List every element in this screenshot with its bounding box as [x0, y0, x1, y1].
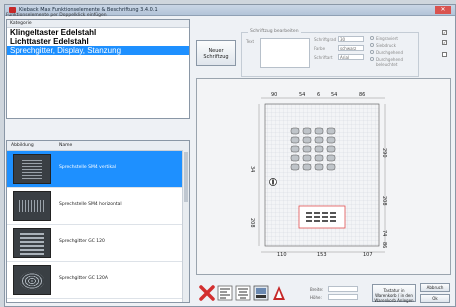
dim-bottom-3: 107 [363, 252, 373, 258]
product-name: Sprechgitter GC 120A [59, 276, 108, 281]
category-item-sprechgitter[interactable]: Sprechgitter, Display, Stanzung [7, 46, 189, 55]
font-size-label: Schriftgrad [314, 37, 337, 42]
export-image-icon[interactable] [252, 284, 270, 302]
color-select[interactable]: schwarz [338, 45, 364, 51]
product-thumbnail [13, 228, 51, 258]
align-center-icon[interactable] [234, 284, 252, 302]
option-checkbox-3[interactable] [442, 52, 447, 57]
new-text-button-line2: Schriftzug [203, 54, 229, 60]
lock-icon [269, 178, 277, 186]
list-item[interactable]: Sprechstelle SM4 vertikal [7, 151, 189, 188]
radio-screenprint[interactable] [370, 43, 374, 47]
scrollbar-thumb[interactable] [184, 152, 188, 202]
radio-engraved[interactable] [370, 36, 374, 40]
dim-right-2: 208 [381, 196, 387, 206]
dim-left-1: 208 [249, 218, 255, 228]
column-header-name: Name [59, 143, 73, 148]
radio-cutout[interactable] [370, 50, 374, 54]
pdf-icon[interactable] [270, 284, 288, 302]
product-thumbnail [13, 191, 51, 221]
new-text-button[interactable]: Neuer Schriftzug [196, 40, 236, 66]
height-field[interactable] [328, 294, 358, 300]
text-input[interactable] [260, 38, 310, 68]
dim-right-4: 86 [381, 242, 387, 249]
panel-drawing: 90 54 6 54 86 110 153 107 290 208 74 86 … [249, 92, 391, 260]
radio-cutout-lit-label: Durchgehend beleuchtet [376, 57, 403, 67]
radio-cutout-label: Durchgehend [376, 50, 403, 55]
category-panel: Funktionselemente per Doppelklick einfüg… [6, 12, 190, 119]
font-family-label: Schriftart [314, 55, 333, 60]
radio-cutout-lit[interactable] [370, 57, 374, 61]
category-header: Kategorie [7, 20, 189, 28]
bottom-toolbar [196, 284, 306, 304]
radio-engraved-label: Eingraviert [376, 36, 398, 41]
dim-top-3: 6 [317, 92, 321, 98]
dim-bottom-2: 153 [317, 252, 327, 258]
product-name: Sprechstelle SM4 vertikal [59, 165, 116, 170]
product-list-scrollbar[interactable] [182, 150, 189, 302]
category-item-klingeltaster[interactable]: Klingeltaster Edelstahl [7, 28, 189, 37]
product-list-header: Abbildung Name [7, 141, 189, 151]
color-label: Farbe [314, 46, 326, 51]
dim-top-4: 54 [331, 92, 338, 98]
product-name: Sprechstelle SM4 horizontal [59, 202, 122, 207]
font-size-select[interactable]: 30 [338, 36, 364, 42]
drawing-canvas[interactable]: 90 54 6 54 86 110 153 107 290 208 74 86 … [196, 78, 451, 275]
dim-right-3: 74 [381, 230, 387, 237]
close-button[interactable]: ✕ [435, 6, 451, 14]
dim-bottom-1: 110 [277, 252, 287, 258]
list-item[interactable]: Sprechgitter GC 120 [7, 225, 189, 262]
font-family-select[interactable]: Arial [338, 54, 364, 60]
text-label: Text [246, 39, 255, 44]
dim-left-2: 34 [249, 166, 255, 173]
panel-grid [258, 97, 386, 253]
product-list: Abbildung Name Sprechstelle SM4 vertikal… [6, 140, 190, 303]
product-thumbnail [13, 265, 51, 295]
size-fields: Breite: Höhe: [310, 285, 370, 305]
add-to-cart-button[interactable]: Tastatur in Warenkorb / in den Warenkorb… [372, 284, 416, 303]
option-checkbox-1[interactable]: ✓ [442, 30, 447, 35]
option-checkbox-2[interactable]: ✓ [442, 40, 447, 45]
cancel-button[interactable]: Abbruch [420, 283, 450, 292]
category-list: Kategorie Klingeltaster Edelstahl Lichtt… [6, 19, 190, 119]
category-item-lichttaster[interactable]: Lichttaster Edelstahl [7, 37, 189, 46]
delete-icon[interactable] [198, 284, 216, 302]
dim-right-1: 290 [381, 148, 387, 158]
dim-top-5: 86 [359, 92, 366, 98]
align-left-icon[interactable] [216, 284, 234, 302]
height-label: Höhe: [310, 295, 322, 300]
right-options-strip: ✓ ✓ [440, 30, 452, 70]
text-settings-group: Schriftzug bearbeiten Text Schriftgrad 3… [241, 29, 419, 77]
width-field[interactable] [328, 286, 358, 292]
dim-top-1: 90 [271, 92, 278, 98]
dim-top-2: 54 [299, 92, 306, 98]
product-thumbnail [13, 154, 51, 184]
radio-screenprint-label: Siebdruck [376, 43, 396, 48]
width-label: Breite: [310, 287, 324, 292]
ok-button[interactable]: Ok [420, 294, 450, 303]
product-name: Sprechgitter GC 120 [59, 239, 105, 244]
section-label: Funktionselemente per Doppelklick einfüg… [6, 13, 107, 18]
list-item[interactable]: Sprechgitter GC 120A [7, 262, 189, 299]
settings-legend: Schriftzug bearbeiten [248, 29, 301, 34]
column-header-image: Abbildung [11, 143, 34, 148]
list-item[interactable]: Sprechstelle SM4 horizontal [7, 188, 189, 225]
